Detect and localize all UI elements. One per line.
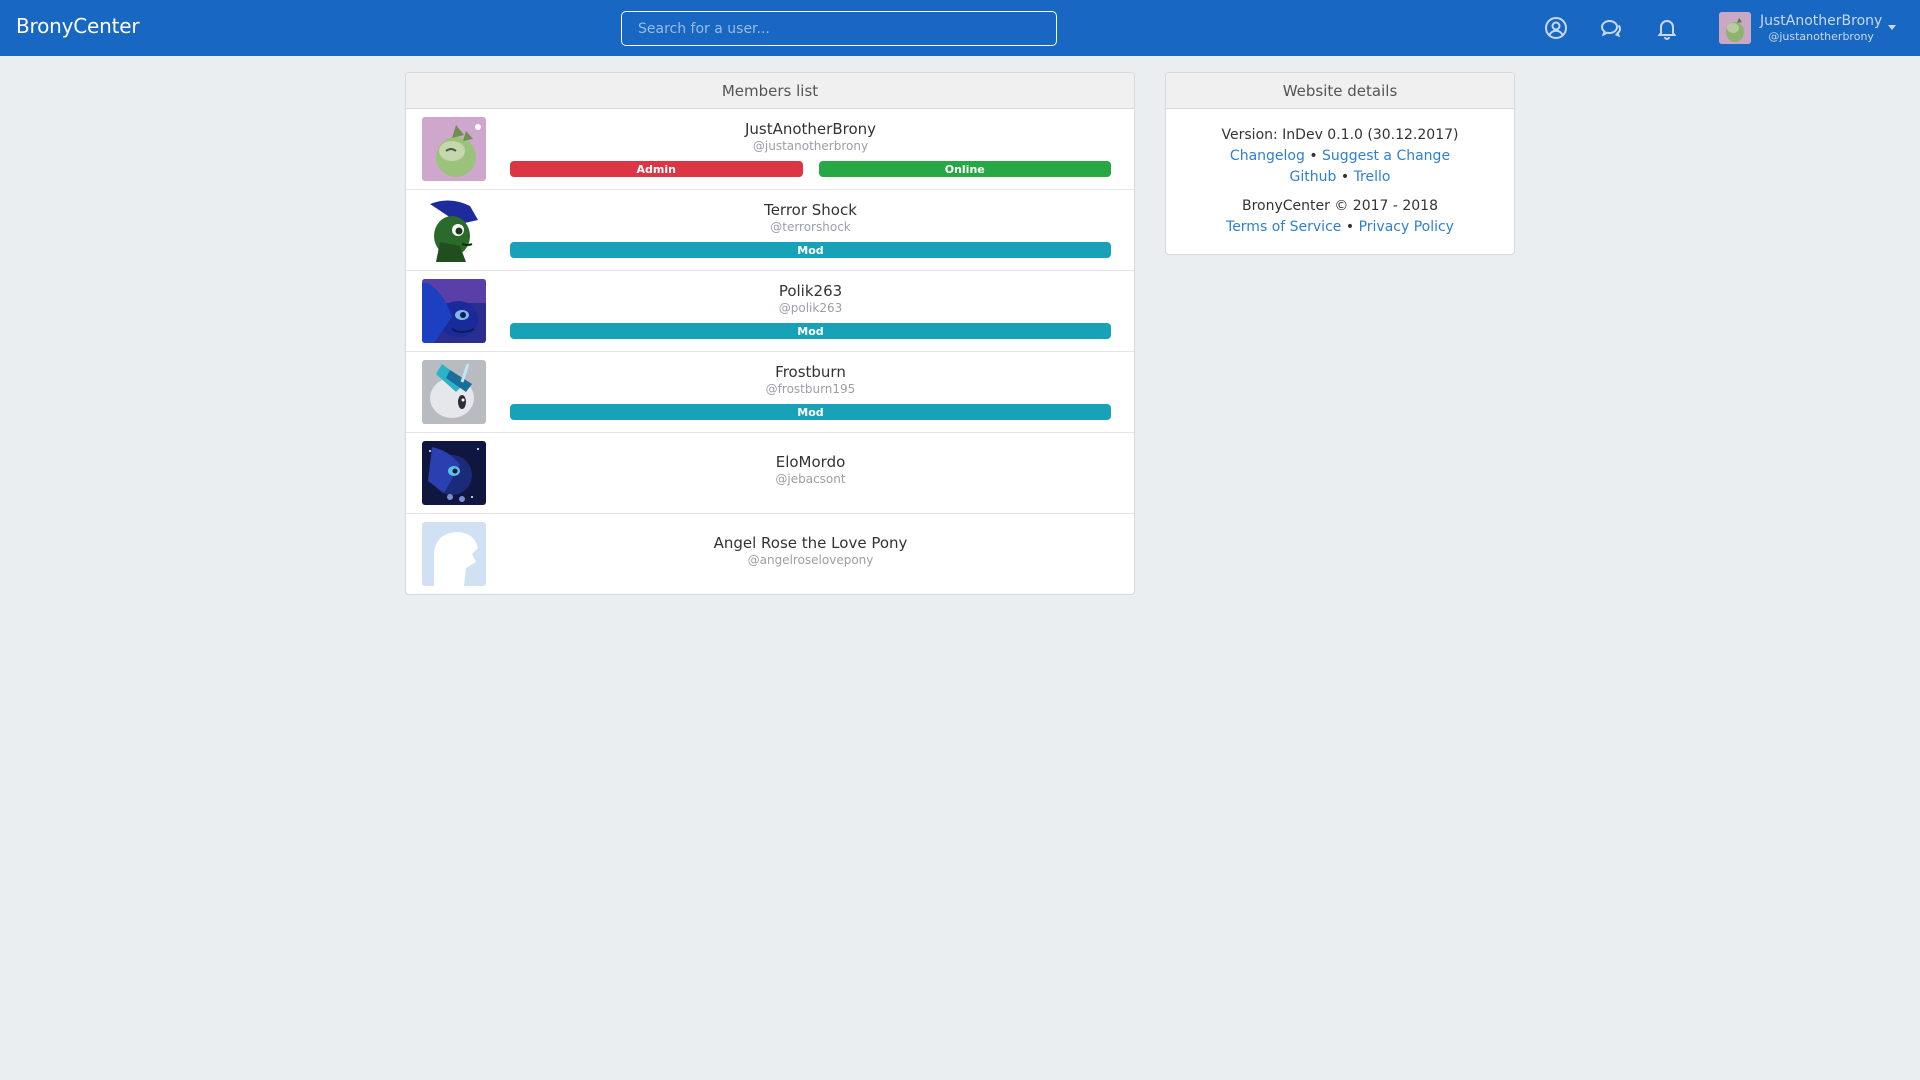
- chevron-down-icon[interactable]: [1888, 25, 1896, 30]
- privacy-policy-link[interactable]: Privacy Policy: [1359, 219, 1454, 235]
- member-handle: @angelroselovepony: [747, 553, 874, 567]
- member-handle: @polik263: [778, 301, 843, 315]
- member-name[interactable]: Angel Rose the Love Pony: [510, 534, 1111, 552]
- user-menu[interactable]: JustAnotherBrony @justanotherbrony: [1719, 12, 1882, 44]
- avatar[interactable]: [422, 360, 486, 424]
- version-text: Version: InDev 0.1.0 (30.12.2017): [1221, 127, 1459, 143]
- top-navbar: BronyCenter JustAnotherB: [0, 0, 1920, 56]
- online-badge: Online: [818, 161, 1111, 177]
- avatar: [1719, 12, 1751, 44]
- bell-icon[interactable]: [1654, 15, 1680, 41]
- avatar[interactable]: [422, 117, 486, 181]
- members-list-title: Members list: [406, 73, 1134, 109]
- list-item[interactable]: JustAnotherBrony @justanotherbrony Admin…: [406, 109, 1134, 190]
- terms-of-service-link[interactable]: Terms of Service: [1226, 219, 1341, 235]
- avatar[interactable]: [422, 279, 486, 343]
- list-item[interactable]: Terror Shock @terrorshock Mod: [406, 190, 1134, 271]
- website-details-title: Website details: [1166, 73, 1514, 109]
- user-search-input[interactable]: [621, 11, 1057, 46]
- changelog-link[interactable]: Changelog: [1230, 148, 1305, 164]
- avatar[interactable]: [422, 198, 486, 262]
- list-item[interactable]: Frostburn @frostburn195 Mod: [406, 352, 1134, 433]
- member-name[interactable]: EloMordo: [510, 453, 1111, 471]
- members-list-card: Members list JustAnotherBrony @justanoth…: [405, 72, 1135, 595]
- user-circle-icon[interactable]: [1543, 15, 1569, 41]
- member-name[interactable]: Frostburn: [510, 363, 1111, 381]
- github-link[interactable]: Github: [1290, 169, 1337, 185]
- current-user-handle: @justanotherbrony: [1768, 30, 1874, 43]
- list-item[interactable]: Polik263 @polik263 Mod: [406, 271, 1134, 352]
- member-name[interactable]: JustAnotherBrony: [510, 120, 1111, 138]
- member-name[interactable]: Terror Shock: [510, 201, 1111, 219]
- website-details-card: Website details Version: InDev 0.1.0 (30…: [1165, 72, 1515, 255]
- list-item[interactable]: EloMordo @jebacsont: [406, 433, 1134, 514]
- admin-badge: Admin: [510, 161, 803, 177]
- avatar[interactable]: [422, 441, 486, 505]
- mod-badge: Mod: [510, 323, 1111, 339]
- mod-badge: Mod: [510, 404, 1111, 420]
- member-name[interactable]: Polik263: [510, 282, 1111, 300]
- avatar[interactable]: [422, 522, 486, 586]
- separator: •: [1340, 169, 1350, 185]
- suggest-change-link[interactable]: Suggest a Change: [1322, 148, 1450, 164]
- list-item[interactable]: Angel Rose the Love Pony @angelroselovep…: [406, 514, 1134, 594]
- chat-bubbles-icon[interactable]: [1598, 15, 1624, 41]
- member-handle: @frostburn195: [765, 382, 856, 396]
- mod-badge: Mod: [510, 242, 1111, 258]
- member-handle: @terrorshock: [770, 220, 851, 234]
- member-handle: @jebacsont: [775, 472, 846, 486]
- separator: •: [1309, 148, 1318, 164]
- brand-logo[interactable]: BronyCenter: [16, 14, 140, 38]
- trello-link[interactable]: Trello: [1354, 169, 1391, 185]
- separator: •: [1345, 219, 1355, 235]
- copyright-text: BronyCenter © 2017 - 2018: [1241, 198, 1438, 214]
- member-handle: @justanotherbrony: [752, 139, 869, 153]
- current-user-name: JustAnotherBrony: [1760, 13, 1883, 29]
